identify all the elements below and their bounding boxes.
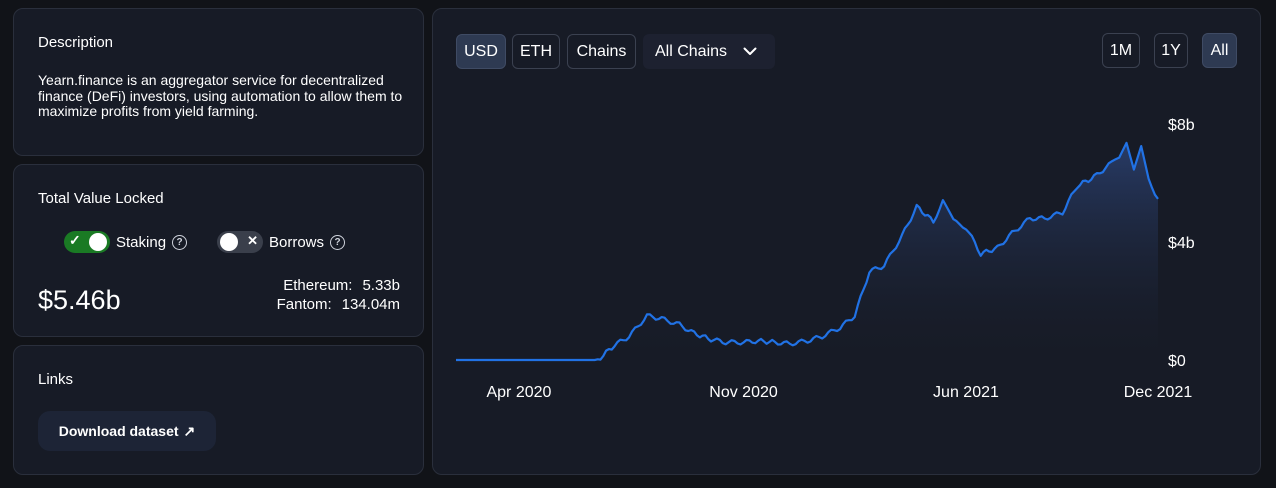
chain-name: Ethereum: — [283, 277, 353, 294]
toggle-knob — [89, 233, 107, 251]
links-card: Links Download dataset ↗ — [13, 345, 424, 475]
chain-row-fantom: Fantom: 134.04m — [277, 295, 400, 314]
staking-toggle-row: ✓ Staking ? — [64, 231, 188, 253]
arrow-up-right-icon: ↗ — [183, 422, 196, 439]
download-label: Download dataset — [58, 423, 179, 439]
tvl-chart[interactable]: $0 $4b $8b Apr 2020 Nov 2020 Jun 2021 Dec 2021 — [433, 9, 1262, 476]
description-text: Yearn.finance is an aggregator service f… — [38, 72, 403, 119]
tvl-value: $5.46b — [38, 285, 121, 315]
x-tick-label: Apr 2020 — [486, 384, 551, 401]
check-icon: ✓ — [69, 232, 81, 248]
description-title: Description — [38, 34, 114, 51]
chart-card: USD ETH Chains All Chains 1M 1Y All $0 $4… — [432, 8, 1261, 475]
x-tick-label: Jun 2021 — [933, 384, 999, 401]
tvl-card: Total Value Locked ✓ Staking ? ✕ Borrows… — [13, 164, 424, 337]
x-tick-label: Nov 2020 — [709, 384, 778, 401]
chain-value: 5.33b — [362, 277, 400, 294]
description-card: Description Yearn.finance is an aggregat… — [13, 8, 424, 156]
staking-label: Staking — [116, 233, 167, 251]
chain-row-ethereum: Ethereum: 5.33b — [277, 276, 400, 295]
y-tick-label: $8b — [1168, 117, 1195, 134]
links-title: Links — [38, 371, 74, 388]
help-icon[interactable]: ? — [172, 234, 188, 250]
help-icon[interactable]: ? — [330, 234, 346, 250]
chain-name: Fantom: — [276, 296, 332, 313]
download-dataset-button[interactable]: Download dataset ↗ — [38, 411, 216, 451]
staking-toggle[interactable]: ✓ — [64, 231, 110, 253]
y-tick-label: $0 — [1168, 353, 1186, 370]
tvl-title: Total Value Locked — [38, 190, 164, 207]
y-tick-label: $4b — [1168, 235, 1195, 252]
borrows-label: Borrows — [269, 233, 325, 251]
x-icon: ✕ — [247, 233, 258, 248]
borrows-toggle[interactable]: ✕ — [217, 231, 263, 253]
x-tick-label: Dec 2021 — [1124, 384, 1193, 401]
toggle-knob — [220, 233, 238, 251]
chain-breakdown: Ethereum: 5.33b Fantom: 134.04m — [277, 276, 400, 314]
tvl-area — [456, 142, 1158, 360]
chain-value: 134.04m — [341, 296, 400, 313]
borrows-toggle-row: ✕ Borrows ? — [217, 231, 346, 253]
